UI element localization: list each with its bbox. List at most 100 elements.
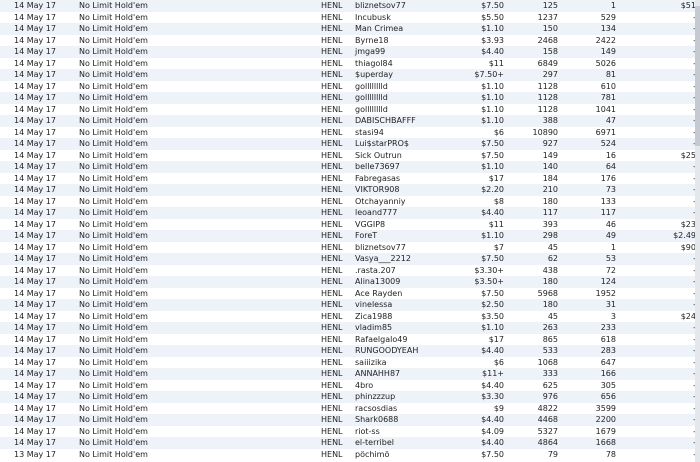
player-name-cell[interactable]: Otchayanniy [354, 195, 458, 207]
table-row[interactable]: 14 May 17 No Limit Hold'em HENL VGGIP8 $11 39… [0, 218, 700, 230]
player-name-cell[interactable]: golllllllld [354, 80, 458, 92]
table-row[interactable]: 14 May 17 No Limit Hold'em HENL stasi94 $6 10… [0, 126, 700, 138]
date-cell: 14 May 17 [0, 345, 79, 357]
table-row[interactable]: 14 May 17 No Limit Hold'em HENL leoand777 $4… [0, 207, 700, 219]
table-row[interactable]: 14 May 17 No Limit Hold'em HENL el-terribel… [0, 437, 700, 449]
site-cell: HENL [320, 264, 354, 276]
table-row[interactable]: 14 May 17 No Limit Hold'em HENL Vasya___221… [0, 253, 700, 265]
player-name-cell[interactable]: VGGIP8 [354, 218, 458, 230]
player-name-cell[interactable]: Shark0688 [354, 414, 458, 426]
table-row[interactable]: 14 May 17 No Limit Hold'em HENL Sick Outrun… [0, 149, 700, 161]
player-name-cell[interactable]: pöchimö [354, 448, 458, 460]
player-name-cell[interactable]: el-terribel [354, 437, 458, 449]
player-name-cell[interactable]: Ace Rayden [354, 287, 458, 299]
table-row[interactable]: 14 May 17 No Limit Hold'em HENL vinelessa $2… [0, 299, 700, 311]
player-name-cell[interactable]: Fabregasas [354, 172, 458, 184]
table-row[interactable]: 14 May 17 No Limit Hold'em HENL golllllllld… [0, 80, 700, 92]
player-name-cell[interactable]: Lui$starPRO$ [354, 138, 458, 150]
player-name-cell[interactable]: golllllllld [354, 103, 458, 115]
date-cell: 14 May 17 [0, 368, 79, 380]
game-cell: No Limit Hold'em [79, 207, 320, 219]
player-name-cell[interactable]: Rafaelgalo49 [354, 333, 458, 345]
entrants-cell: 393 [504, 218, 558, 230]
table-row[interactable]: 14 May 17 No Limit Hold'em HENL golllllllld… [0, 92, 700, 104]
table-row[interactable]: 14 May 17 No Limit Hold'em HENL vladim85 $1.… [0, 322, 700, 334]
table-row[interactable]: 14 May 17 No Limit Hold'em HENL RUNGOODYEAH… [0, 345, 700, 357]
player-name-cell[interactable]: ForeT [354, 230, 458, 242]
player-name-cell[interactable]: ANNAHH87 [354, 368, 458, 380]
player-name-cell[interactable]: .rasta.207 [354, 264, 458, 276]
table-row[interactable]: 14 May 17 No Limit Hold'em HENL Ace Rayden $… [0, 287, 700, 299]
table-row[interactable]: 14 May 17 No Limit Hold'em HENL ForeT $1.10 2… [0, 230, 700, 242]
table-row[interactable]: 14 May 17 No Limit Hold'em HENL Incubusk $5.… [0, 11, 700, 23]
stake-cell: $3.50+ [458, 276, 504, 288]
position-cell: 233 [558, 322, 616, 334]
table-row[interactable]: 14 May 17 No Limit Hold'em HENL DABISCHBAFF… [0, 115, 700, 127]
player-name-cell[interactable]: belle73697 [354, 161, 458, 173]
player-name-cell[interactable]: Alina13009 [354, 276, 458, 288]
table-row[interactable]: 14 May 17 No Limit Hold'em HENL Rafaelgalo4… [0, 333, 700, 345]
date-cell: 14 May 17 [0, 11, 79, 23]
table-row[interactable]: 14 May 17 No Limit Hold'em HENL saiiizika $6… [0, 356, 700, 368]
game-cell: No Limit Hold'em [79, 57, 320, 69]
scrollbar-thumb[interactable] [695, 6, 700, 146]
table-row[interactable]: 14 May 17 No Limit Hold'em HENL belle73697 $… [0, 161, 700, 173]
player-name-cell[interactable]: thiagol84 [354, 57, 458, 69]
table-row[interactable]: 14 May 17 No Limit Hold'em HENL Zica1988 $3.… [0, 310, 700, 322]
table-row[interactable]: 14 May 17 No Limit Hold'em HENL golllllllld… [0, 103, 700, 115]
entrants-cell: 298 [504, 230, 558, 242]
player-name-cell[interactable]: Zica1988 [354, 310, 458, 322]
prize-cell: - [616, 138, 700, 150]
table-row[interactable]: 14 May 17 No Limit Hold'em HENL Otchayanniy… [0, 195, 700, 207]
table-row[interactable]: 14 May 17 No Limit Hold'em HENL Byrne18 $3.9… [0, 34, 700, 46]
player-name-cell[interactable]: phinzzzup [354, 391, 458, 403]
player-name-cell[interactable]: bliznetsov77 [354, 0, 458, 12]
player-name-cell[interactable]: RUNGOODYEAH [354, 345, 458, 357]
prize-cell: - [616, 333, 700, 345]
player-name-cell[interactable]: racsosdias [354, 402, 458, 414]
table-row[interactable]: 14 May 17 No Limit Hold'em HENL .rasta.207 $… [0, 264, 700, 276]
player-name-cell[interactable]: $uperday [354, 69, 458, 81]
table-row[interactable]: 14 May 17 No Limit Hold'em HENL racsosdias $… [0, 402, 700, 414]
vertical-scrollbar[interactable] [695, 0, 700, 462]
table-row[interactable]: 14 May 17 No Limit Hold'em HENL bliznetsov7… [0, 0, 700, 12]
player-name-cell[interactable]: Vasya___2212 [354, 253, 458, 265]
table-row[interactable]: 14 May 17 No Limit Hold'em HENL 4bro $4.40 62… [0, 379, 700, 391]
player-name-cell[interactable]: golllllllld [354, 92, 458, 104]
player-name-cell[interactable]: Sick Outrun [354, 149, 458, 161]
date-cell: 14 May 17 [0, 230, 79, 242]
table-row[interactable]: 14 May 17 No Limit Hold'em HENL riot-ss $4.0… [0, 425, 700, 437]
table-row[interactable]: 14 May 17 No Limit Hold'em HENL $uperday $7.… [0, 69, 700, 81]
table-row[interactable]: 14 May 17 No Limit Hold'em HENL phinzzzup $3… [0, 391, 700, 403]
table-row[interactable]: 14 May 17 No Limit Hold'em HENL Alina13009 $… [0, 276, 700, 288]
player-name-cell[interactable]: vinelessa [354, 299, 458, 311]
player-name-cell[interactable]: vladim85 [354, 322, 458, 334]
table-row[interactable]: 14 May 17 No Limit Hold'em HENL ANNAHH87 $11… [0, 368, 700, 380]
table-row[interactable]: 14 May 17 No Limit Hold'em HENL Shark0688 $4… [0, 414, 700, 426]
date-cell: 14 May 17 [0, 287, 79, 299]
player-name-cell[interactable]: jmga99 [354, 46, 458, 58]
table-row[interactable]: 14 May 17 No Limit Hold'em HENL Man Crimea $… [0, 23, 700, 35]
table-row[interactable]: 14 May 17 No Limit Hold'em HENL bliznetsov7… [0, 241, 700, 253]
table-row[interactable]: 14 May 17 No Limit Hold'em HENL thiagol84 $1… [0, 57, 700, 69]
player-name-cell[interactable]: Man Crimea [354, 23, 458, 35]
player-name-cell[interactable]: Byrne18 [354, 34, 458, 46]
player-name-cell[interactable]: 4bro [354, 379, 458, 391]
player-name-cell[interactable]: leoand777 [354, 207, 458, 219]
prize-cell: - [616, 172, 700, 184]
player-name-cell[interactable]: stasi94 [354, 126, 458, 138]
site-cell: HENL [320, 207, 354, 219]
player-name-cell[interactable]: saiiizika [354, 356, 458, 368]
table-row[interactable]: 14 May 17 No Limit Hold'em HENL Lui$starPRO… [0, 138, 700, 150]
position-cell: 1668 [558, 437, 616, 449]
player-name-cell[interactable]: VIKTOR908 [354, 184, 458, 196]
table-row[interactable]: 13 May 17 No Limit Hold'em HENL pöchimö $7.5… [0, 448, 700, 460]
table-row[interactable]: 14 May 17 No Limit Hold'em HENL jmga99 $4.40… [0, 46, 700, 58]
player-name-cell[interactable]: Incubusk [354, 11, 458, 23]
table-row[interactable]: 14 May 17 No Limit Hold'em HENL Fabregasas $… [0, 172, 700, 184]
entrants-cell: 210 [504, 184, 558, 196]
table-row[interactable]: 14 May 17 No Limit Hold'em HENL VIKTOR908 $2… [0, 184, 700, 196]
player-name-cell[interactable]: DABISCHBAFFF [354, 115, 458, 127]
player-name-cell[interactable]: riot-ss [354, 425, 458, 437]
player-name-cell[interactable]: bliznetsov77 [354, 241, 458, 253]
